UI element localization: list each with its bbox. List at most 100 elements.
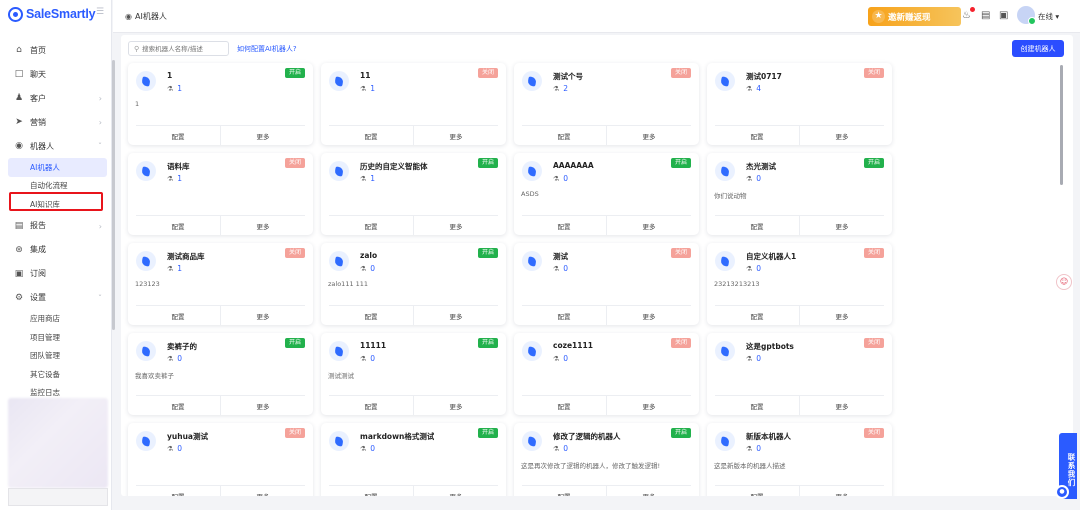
more-button[interactable]: 更多 [220,126,305,145]
more-button[interactable]: 更多 [413,396,498,415]
config-button[interactable]: 配置 [715,486,799,497]
robot-card[interactable]: 测试0717 ⚗ 4 关闭 配置 更多 [707,63,892,145]
config-button[interactable]: 配置 [522,126,606,145]
config-button[interactable]: 配置 [715,306,799,325]
more-button[interactable]: 更多 [413,216,498,235]
status-badge[interactable]: 关闭 [864,248,884,258]
robot-card[interactable]: 语料库 ⚗ 1 关闭 配置 更多 [128,153,313,235]
config-button[interactable]: 配置 [522,216,606,235]
chat-bubble-icon[interactable]: ● [1055,485,1069,499]
status-badge[interactable]: 关闭 [671,338,691,348]
status-badge[interactable]: 关闭 [864,338,884,348]
config-button[interactable]: 配置 [329,216,413,235]
sidebar-item-robot[interactable]: ◉ 机器人 ˇ [0,134,112,158]
config-button[interactable]: 配置 [136,306,220,325]
more-button[interactable]: 更多 [606,396,691,415]
config-button[interactable]: 配置 [522,486,606,497]
more-button[interactable]: 更多 [220,486,305,496]
help-link[interactable]: 如何配置AI机器人? [237,44,297,54]
robot-card[interactable]: 杰光测试 ⚗ 0 开启 你们说动物 配置 更多 [707,153,892,235]
more-button[interactable]: 更多 [413,126,498,145]
sidebar-sub-team[interactable]: 团队管理 [0,347,112,366]
avatar[interactable] [1017,6,1036,25]
more-button[interactable]: 更多 [799,396,884,415]
config-button[interactable]: 配置 [715,396,799,415]
status-badge[interactable]: 关闭 [285,248,305,258]
robot-card[interactable]: 测试 ⚗ 0 关闭 配置 更多 [514,243,699,325]
sidebar-item-customers[interactable]: ♟ 客户 › [0,86,112,110]
status-badge[interactable]: 开启 [671,428,691,438]
status-badge[interactable]: 关闭 [864,68,884,78]
sidebar-sub-devices[interactable]: 其它设备 [0,365,112,384]
more-button[interactable]: 更多 [799,306,884,325]
config-button[interactable]: 配置 [136,216,220,235]
create-robot-button[interactable]: 创建机器人 [1012,40,1064,57]
more-button[interactable]: 更多 [220,216,305,235]
robot-card[interactable]: markdown格式测试 ⚗0 开启配置更多 [321,423,506,496]
more-button[interactable]: 更多 [799,486,884,496]
sidebar-item-chat[interactable]: □ 聊天 [0,62,112,86]
sidebar-sub-app-store[interactable]: 应用商店 [0,310,112,329]
bell-icon[interactable]: ♨ [962,10,971,21]
config-button[interactable]: 配置 [136,486,220,497]
status-badge[interactable]: 关闭 [285,428,305,438]
config-button[interactable]: 配置 [329,486,413,497]
robot-card[interactable]: 11 ⚗ 1 关闭 配置 更多 [321,63,506,145]
more-button[interactable]: 更多 [606,216,691,235]
robot-card[interactable]: 测试个号 ⚗ 2 关闭 配置 更多 [514,63,699,145]
sidebar-item-integration[interactable]: ⊛ 集成 [0,238,112,262]
status-badge[interactable]: 关闭 [478,68,498,78]
status-badge[interactable]: 开启 [285,68,305,78]
robot-card[interactable]: yuhua测试 ⚗0 关闭配置更多 [128,423,313,496]
robot-card[interactable]: 测试商品库 ⚗ 1 关闭 123123 配置 更多 [128,243,313,325]
config-button[interactable]: 配置 [329,306,413,325]
more-button[interactable]: 更多 [413,306,498,325]
config-button[interactable]: 配置 [136,126,220,145]
status-badge[interactable]: 开启 [671,158,691,168]
online-status-dropdown[interactable]: 在线 ▾ [1038,11,1059,22]
robot-card[interactable]: AAAAAAA ⚗ 0 开启 ASDS 配置 更多 [514,153,699,235]
sidebar-item-report[interactable]: ▤ 报告 › [0,214,112,238]
sidebar-item-settings[interactable]: ⚙ 设置 ˇ [0,286,112,310]
status-badge[interactable]: 开启 [478,338,498,348]
more-button[interactable]: 更多 [799,216,884,235]
help-icon[interactable]: ▣ [999,10,1008,21]
search-box[interactable]: ⚲ [128,41,229,56]
promo-banner[interactable]: ★ 邀新赚返现 [868,7,961,26]
sidebar-item-home[interactable]: ⌂ 首页 [0,38,112,62]
config-button[interactable]: 配置 [522,396,606,415]
main-scrollbar[interactable] [1060,65,1063,185]
config-button[interactable]: 配置 [715,216,799,235]
config-button[interactable]: 配置 [522,306,606,325]
search-input[interactable] [142,44,223,53]
more-button[interactable]: 更多 [606,486,691,496]
robot-card[interactable]: 历史的自定义智能体 ⚗ 1 开启 配置 更多 [321,153,506,235]
sidebar-sub-project[interactable]: 项目管理 [0,328,112,347]
status-badge[interactable]: 开启 [478,248,498,258]
sidebar-item-marketing[interactable]: ➤ 营销 › [0,110,112,134]
config-button[interactable]: 配置 [329,126,413,145]
more-button[interactable]: 更多 [799,126,884,145]
app-logo[interactable]: SaleSmartly [8,6,96,22]
config-button[interactable]: 配置 [715,126,799,145]
robot-card[interactable]: 自定义机器人1 ⚗ 0 关闭 23213213213 配置 更多 [707,243,892,325]
status-badge[interactable]: 开启 [864,158,884,168]
config-button[interactable]: 配置 [136,396,220,415]
robot-card[interactable]: 11111 ⚗ 0 开启 测试测试 配置 更多 [321,333,506,415]
status-badge[interactable]: 开启 [285,338,305,348]
sidebar-scrollbar[interactable] [112,60,115,330]
robot-card[interactable]: 这是gptbots ⚗ 0 关闭 配置 更多 [707,333,892,415]
robot-card[interactable]: 新版本机器人 ⚗0 关闭这是新版本的机器人描述配置更多 [707,423,892,496]
robot-card[interactable]: 卖裤子的 ⚗ 0 开启 我喜欢卖裤子 配置 更多 [128,333,313,415]
more-button[interactable]: 更多 [220,396,305,415]
status-badge[interactable]: 开启 [478,158,498,168]
menu-collapse-icon[interactable]: ☰ [96,8,105,17]
status-badge[interactable]: 开启 [478,428,498,438]
config-button[interactable]: 配置 [329,396,413,415]
more-button[interactable]: 更多 [606,126,691,145]
more-button[interactable]: 更多 [413,486,498,496]
sidebar-item-subscription[interactable]: ▣ 订阅 [0,262,112,286]
status-badge[interactable]: 关闭 [864,428,884,438]
robot-card[interactable]: zalo ⚗ 0 开启 zalo111 111 配置 更多 [321,243,506,325]
clipboard-icon[interactable]: ▤ [981,10,990,21]
